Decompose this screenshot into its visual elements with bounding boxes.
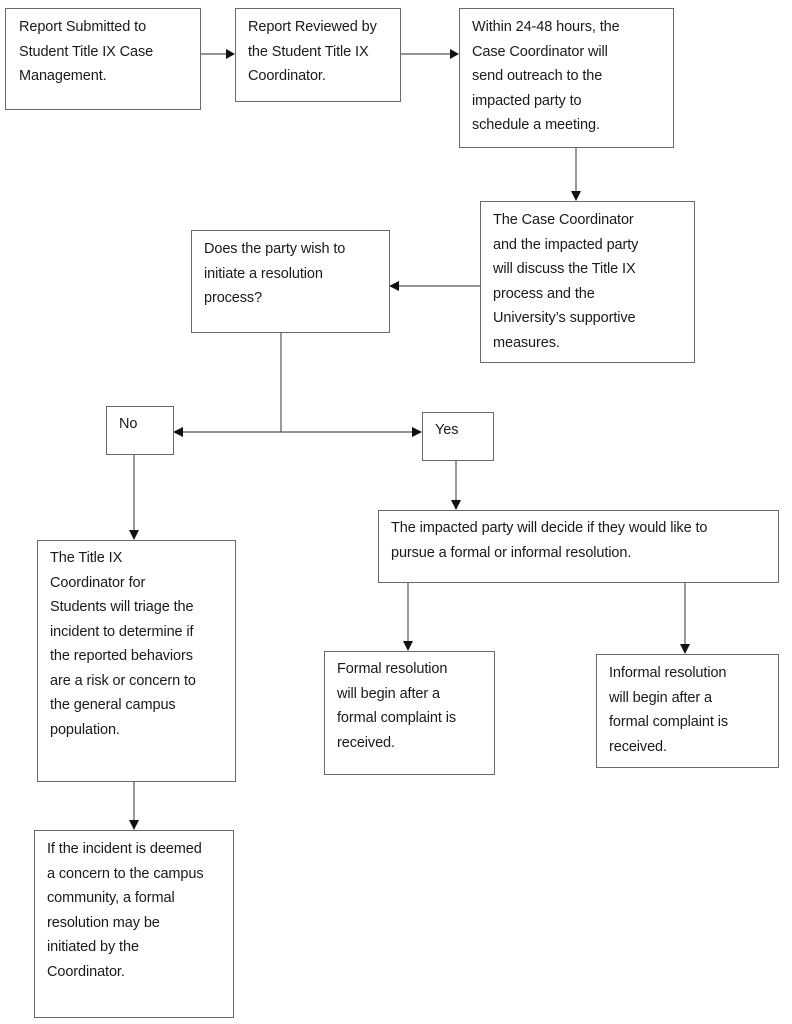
node-report-reviewed: Report Reviewed by the Student Title IX … <box>235 8 401 102</box>
arrowhead-icon <box>129 820 139 830</box>
node-discuss: The Case Coordinator and the impacted pa… <box>480 201 695 363</box>
arrowhead-icon <box>129 530 139 540</box>
arrowhead-icon <box>389 281 399 291</box>
node-report-submitted: Report Submitted to Student Title IX Cas… <box>5 8 201 110</box>
edge-no-to-triage <box>129 455 139 540</box>
arrowhead-icon <box>451 500 461 510</box>
arrowhead-icon <box>680 644 690 654</box>
arrowhead-icon <box>173 427 183 437</box>
node-text: The impacted party will decide if they w… <box>391 520 708 561</box>
edge-decide-type-to-informal <box>680 583 690 654</box>
node-decide-type: The impacted party will decide if they w… <box>378 510 779 583</box>
arrowhead-icon <box>412 427 422 437</box>
node-text: Formal resolution will begin after a for… <box>337 661 456 751</box>
node-text: The Title IX Coordinator for Students wi… <box>50 550 196 738</box>
node-no: No <box>106 406 174 455</box>
edge-yes-to-decide-type <box>451 461 461 510</box>
node-concern: If the incident is deemed a concern to t… <box>34 830 234 1018</box>
node-text: Report Submitted to Student Title IX Cas… <box>19 19 154 84</box>
node-text: Report Reviewed by the Student Title IX … <box>248 19 377 84</box>
node-formal: Formal resolution will begin after a for… <box>324 651 495 775</box>
node-text: Yes <box>435 422 459 438</box>
node-informal: Informal resolution will begin after a f… <box>596 654 779 768</box>
arrowhead-icon <box>226 49 235 59</box>
arrowhead-icon <box>403 641 413 651</box>
node-decision: Does the party wish to initiate a resolu… <box>191 230 390 333</box>
edge-reviewed-to-outreach <box>401 49 459 59</box>
edge-decide-type-to-formal <box>403 583 413 651</box>
node-text: Informal resolution will begin after a f… <box>609 665 728 755</box>
arrowhead-icon <box>450 49 459 59</box>
edge-outreach-to-discuss <box>571 148 581 201</box>
node-triage: The Title IX Coordinator for Students wi… <box>37 540 236 782</box>
edge-report-submitted-to-reviewed <box>201 49 235 59</box>
node-yes: Yes <box>422 412 494 461</box>
edge-decision-split <box>173 333 422 437</box>
edge-triage-to-concern <box>129 782 139 830</box>
node-text: Does the party wish to initiate a resolu… <box>204 241 346 306</box>
node-text: Within 24-48 hours, the Case Coordinator… <box>472 19 620 133</box>
arrowhead-icon <box>571 191 581 201</box>
edge-discuss-to-decision <box>389 281 480 291</box>
node-text: If the incident is deemed a concern to t… <box>47 841 204 980</box>
node-outreach: Within 24-48 hours, the Case Coordinator… <box>459 8 674 148</box>
node-text: The Case Coordinator and the impacted pa… <box>493 212 639 351</box>
node-text: No <box>119 416 138 432</box>
